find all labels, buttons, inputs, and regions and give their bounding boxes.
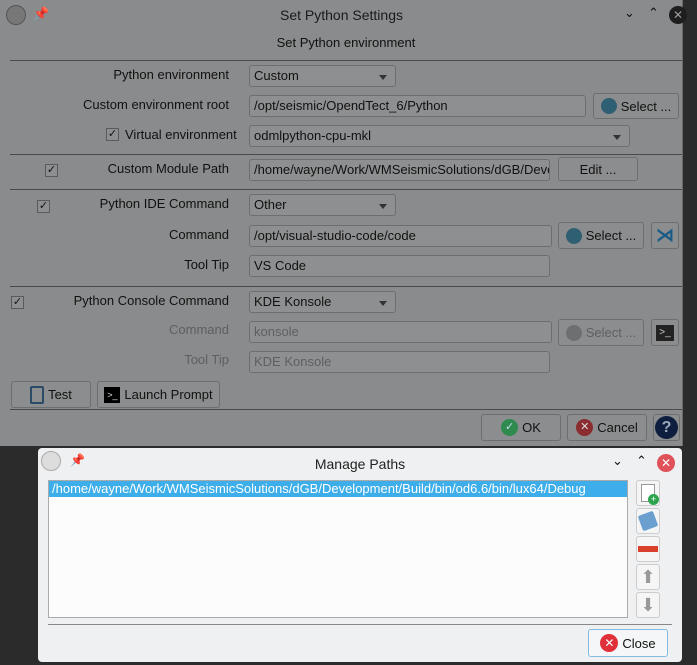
list-item[interactable]: /home/wayne/Work/WMSeismicSolutions/dGB/… xyxy=(49,481,627,497)
console-tooltip-input[interactable]: KDE Konsole xyxy=(249,351,550,373)
divider xyxy=(10,189,682,190)
ide-tooltip-label: Tool Tip xyxy=(184,257,229,272)
ok-button[interactable]: ✓ OK xyxy=(481,414,561,441)
close-icon[interactable]: ✕ xyxy=(669,6,687,24)
set-python-settings-dialog: 📌 Set Python Settings ⌄ ⌃ ✕ Set Python e… xyxy=(0,0,687,446)
virtual-env-label: Virtual environment xyxy=(125,127,237,142)
vscode-icon-button[interactable]: ⋊ xyxy=(651,222,679,249)
virtual-env-checkbox[interactable]: ✓ xyxy=(106,128,119,141)
chevron-down-icon xyxy=(613,135,621,140)
maximize-icon[interactable]: ⌃ xyxy=(636,453,647,469)
custom-env-root-input[interactable]: /opt/seismic/OpendTect_6/Python xyxy=(249,95,586,117)
selected-value: odmlpython-cpu-mkl xyxy=(254,128,372,143)
edit-path-button[interactable] xyxy=(636,508,660,534)
minimize-icon[interactable]: ⌄ xyxy=(624,5,635,21)
window-title: Set Python Settings xyxy=(280,7,403,23)
button-label: Close xyxy=(622,635,656,651)
selected-value: KDE Konsole xyxy=(254,294,332,309)
button-label: OK xyxy=(522,420,541,435)
help-icon: ? xyxy=(655,416,678,439)
python-console-checkbox[interactable]: ✓ xyxy=(11,296,24,309)
custom-module-checkbox[interactable]: ✓ xyxy=(45,164,58,177)
ide-command-label: Command xyxy=(169,227,229,242)
selected-value: Custom xyxy=(254,68,299,83)
list-icon xyxy=(565,324,582,341)
chevron-down-icon xyxy=(379,301,387,306)
virtual-env-select[interactable]: odmlpython-cpu-mkl xyxy=(249,125,630,147)
custom-module-input[interactable]: /home/wayne/Work/WMSeismicSolutions/dGB/… xyxy=(249,159,550,181)
button-label: Select ... xyxy=(585,228,637,243)
console-command-label: Command xyxy=(169,322,229,337)
python-ide-label: Python IDE Command xyxy=(99,196,229,211)
launch-prompt-button[interactable]: >_ Launch Prompt xyxy=(97,381,220,408)
python-console-select[interactable]: KDE Konsole xyxy=(249,291,396,313)
dialog-subtitle: Set Python environment xyxy=(276,35,416,50)
python-console-label: Python Console Command xyxy=(73,293,229,308)
edit-module-button[interactable]: Edit ... xyxy=(558,157,638,181)
cancel-circle-icon: ✕ xyxy=(576,419,594,436)
chevron-down-icon xyxy=(379,204,387,209)
minus-icon xyxy=(638,546,658,552)
window-title: Manage Paths xyxy=(314,456,406,472)
select-root-button[interactable]: Select ... xyxy=(593,93,679,119)
divider xyxy=(48,624,672,625)
selected-value: Other xyxy=(254,197,287,212)
close-icon[interactable]: ✕ xyxy=(657,454,675,472)
python-ide-select[interactable]: Other xyxy=(249,194,396,216)
terminal-icon-button[interactable]: >_ xyxy=(651,319,679,346)
divider xyxy=(10,154,682,155)
manage-paths-dialog: 📌 Manage Paths ⌄ ⌃ ✕ /home/wayne/Work/WM… xyxy=(38,448,682,662)
chevron-down-icon xyxy=(379,75,387,80)
ide-tooltip-input[interactable]: VS Code xyxy=(249,255,550,277)
arrow-up-icon: ⬆ xyxy=(640,566,656,587)
edit-icon xyxy=(637,510,659,532)
terminal-icon: >_ xyxy=(656,324,674,341)
ide-command-input[interactable]: /opt/visual-studio-code/code xyxy=(249,225,552,247)
remove-path-button[interactable] xyxy=(636,536,660,562)
console-tooltip-label: Tool Tip xyxy=(184,352,229,367)
move-down-button[interactable]: ⬇ xyxy=(636,592,660,618)
divider xyxy=(10,409,682,410)
python-ide-checkbox[interactable]: ✓ xyxy=(37,200,50,213)
paths-list[interactable]: /home/wayne/Work/WMSeismicSolutions/dGB/… xyxy=(48,480,628,618)
button-label: Launch Prompt xyxy=(124,387,213,402)
python-environment-select[interactable]: Custom xyxy=(249,65,396,87)
arrow-down-icon: ⬇ xyxy=(640,594,656,615)
python-environment-label: Python environment xyxy=(113,67,229,82)
terminal-icon: >_ xyxy=(104,386,121,403)
cancel-button[interactable]: ✕ Cancel xyxy=(567,414,647,441)
cancel-circle-icon: ✕ xyxy=(600,634,619,652)
button-label: Select ... xyxy=(620,98,672,114)
select-ide-button[interactable]: Select ... xyxy=(558,222,644,249)
custom-module-label: Custom Module Path xyxy=(107,161,229,176)
button-label: Select ... xyxy=(585,325,637,340)
new-file-add-icon: + xyxy=(641,484,659,505)
move-up-button[interactable]: ⬆ xyxy=(636,564,660,590)
list-icon xyxy=(600,98,617,114)
console-command-input[interactable]: konsole xyxy=(249,321,552,343)
add-path-button[interactable]: + xyxy=(636,480,660,506)
check-circle-icon: ✓ xyxy=(501,419,519,436)
select-console-button[interactable]: Select ... xyxy=(558,319,644,346)
help-button[interactable]: ? xyxy=(653,414,680,441)
button-label: Test xyxy=(48,387,72,402)
test-button[interactable]: Test xyxy=(11,381,91,408)
clipboard-check-icon xyxy=(30,385,45,404)
custom-env-root-label: Custom environment root xyxy=(83,97,229,112)
close-button[interactable]: ✕ Close xyxy=(588,629,668,657)
button-label: Cancel xyxy=(597,420,638,435)
divider xyxy=(10,286,682,287)
list-icon xyxy=(565,227,582,244)
divider xyxy=(10,60,682,61)
maximize-icon[interactable]: ⌃ xyxy=(648,5,659,21)
minimize-icon[interactable]: ⌄ xyxy=(612,453,623,469)
